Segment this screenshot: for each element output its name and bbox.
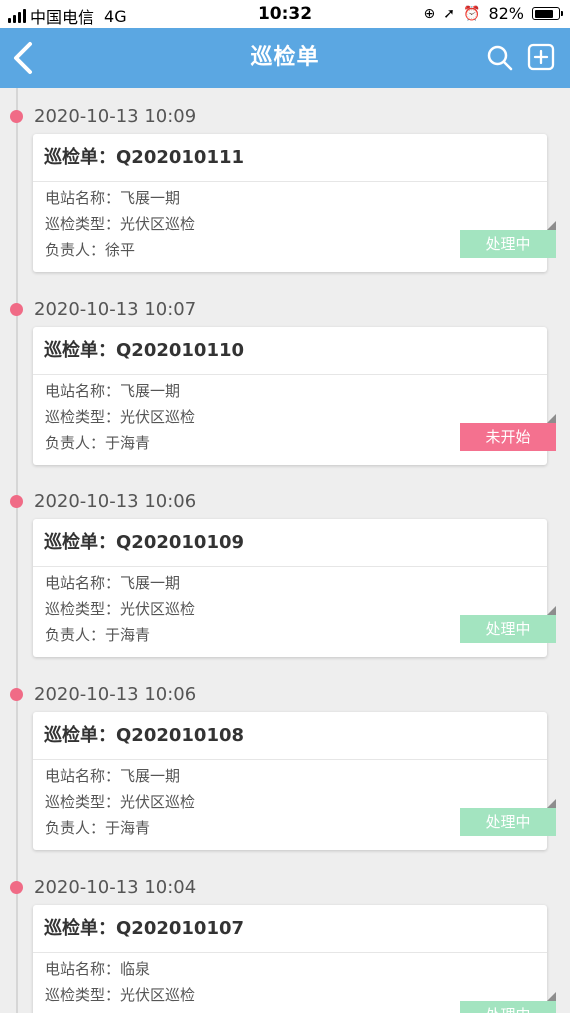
order-title: 巡检单：Q202010109 [33,519,547,567]
timeline-entry: 2020-10-13 10:06 巡检单：Q202010109 电站名称：飞展一… [0,473,570,665]
order-label: 巡检单： [44,147,116,168]
status-badge: 未开始 [460,414,556,451]
order-code: Q202010107 [116,918,245,939]
owner-value: 于海青 [105,819,151,837]
station-value: 临泉 [120,960,151,978]
status-badge: 处理中 [460,606,556,643]
order-code: Q202010109 [116,532,245,553]
station-label: 电站名称： [45,767,121,785]
timeline-dot [10,303,23,316]
order-code: Q202010110 [116,340,245,361]
timeline-entry: 2020-10-13 10:07 巡检单：Q202010110 电站名称：飞展一… [0,281,570,473]
add-square-icon[interactable] [527,43,555,71]
entry-date: 2020-10-13 10:04 [34,877,197,898]
entry-date: 2020-10-13 10:09 [34,106,197,127]
station-row: 电站名称：临泉 [45,956,547,982]
station-row: 电站名称：飞展一期 [45,763,547,789]
nav-bar: 巡检单 [0,28,570,88]
owner-label: 负责人： [45,626,106,644]
order-timeline[interactable]: 2020-10-13 10:09 巡检单：Q202010111 电站名称：飞展一… [0,88,570,1013]
order-label: 巡检单： [44,918,116,939]
timeline-dot [10,495,23,508]
station-value: 飞展一期 [120,767,181,785]
entry-date: 2020-10-13 10:06 [34,491,197,512]
station-row: 电站名称：飞展一期 [45,378,547,404]
timeline-entry: 2020-10-13 10:04 巡检单：Q202010107 电站名称：临泉 … [0,859,570,1013]
order-label: 巡检单： [44,532,116,553]
type-label: 巡检类型： [45,215,121,233]
type-value: 光伏区巡检 [120,600,196,618]
type-label: 巡检类型： [45,986,121,1004]
owner-label: 负责人： [45,241,106,259]
station-label: 电站名称： [45,382,121,400]
location-arrow-icon: ➚ [443,5,455,22]
owner-value: 徐平 [105,241,136,259]
status-badge: 处理中 [460,799,556,836]
alarm-icon: ⏰ [463,5,481,22]
type-label: 巡检类型： [45,600,121,618]
timeline-entry: 2020-10-13 10:09 巡检单：Q202010111 电站名称：飞展一… [0,88,570,280]
type-value: 光伏区巡检 [120,215,196,233]
order-code: Q202010111 [116,147,245,168]
order-label: 巡检单： [44,340,116,361]
station-row: 电站名称：飞展一期 [45,570,547,596]
status-badge: 处理中 [460,992,556,1013]
owner-value: 于海青 [105,626,151,644]
timeline-dot [10,110,23,123]
timeline-dot [10,881,23,894]
owner-label: 负责人： [45,434,106,452]
owner-label: 负责人： [45,819,106,837]
timeline-entry: 2020-10-13 10:06 巡检单：Q202010108 电站名称：飞展一… [0,666,570,858]
page-title: 巡检单 [250,45,320,70]
station-value: 飞展一期 [120,382,181,400]
type-label: 巡检类型： [45,793,121,811]
order-title: 巡检单：Q202010107 [33,905,547,953]
order-title: 巡检单：Q202010110 [33,327,547,375]
station-label: 电站名称： [45,960,121,978]
type-value: 光伏区巡检 [120,793,196,811]
timeline-dot [10,688,23,701]
station-value: 飞展一期 [120,189,181,207]
status-bar: 中国电信 4G 10:32 ⊕ ➚ ⏰ 82% [0,0,570,28]
status-right: ⊕ ➚ ⏰ 82% [423,4,563,23]
order-card[interactable]: 巡检单：Q202010107 电站名称：临泉 巡检类型：光伏区巡检 负责人： [33,905,547,1013]
battery-percent: 82% [488,4,524,23]
type-value: 光伏区巡检 [120,408,196,426]
order-label: 巡检单： [44,725,116,746]
station-label: 电站名称： [45,189,121,207]
entry-date: 2020-10-13 10:07 [34,299,197,320]
owner-value: 于海青 [105,434,151,452]
order-title: 巡检单：Q202010108 [33,712,547,760]
order-title: 巡检单：Q202010111 [33,134,547,182]
type-label: 巡检类型： [45,408,121,426]
entry-date: 2020-10-13 10:06 [34,684,197,705]
status-badge: 处理中 [460,221,556,258]
station-value: 飞展一期 [120,574,181,592]
battery-fill [534,9,553,18]
station-row: 电站名称：飞展一期 [45,185,547,211]
search-icon[interactable] [486,44,514,72]
orientation-lock-icon: ⊕ [423,5,436,22]
station-label: 电站名称： [45,574,121,592]
order-code: Q202010108 [116,725,245,746]
type-value: 光伏区巡检 [120,986,196,1004]
battery-icon [532,7,563,20]
